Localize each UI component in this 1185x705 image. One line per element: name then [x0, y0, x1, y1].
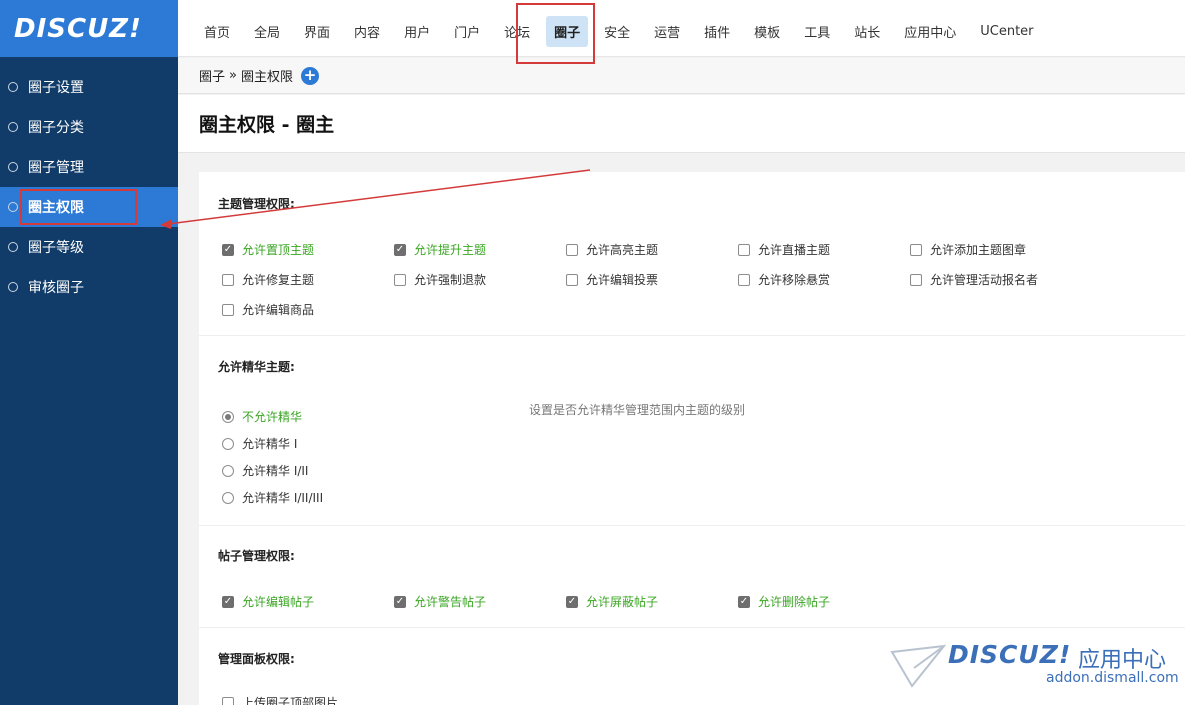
watermark: DISCUZ! 应用中心 addon.dismall.com [890, 640, 1180, 690]
paper-plane-icon [890, 644, 946, 688]
watermark-brand: DISCUZ! [948, 640, 1072, 669]
watermark-url: addon.dismall.com [1046, 670, 1179, 686]
annotation-arrow-icon [160, 169, 591, 229]
